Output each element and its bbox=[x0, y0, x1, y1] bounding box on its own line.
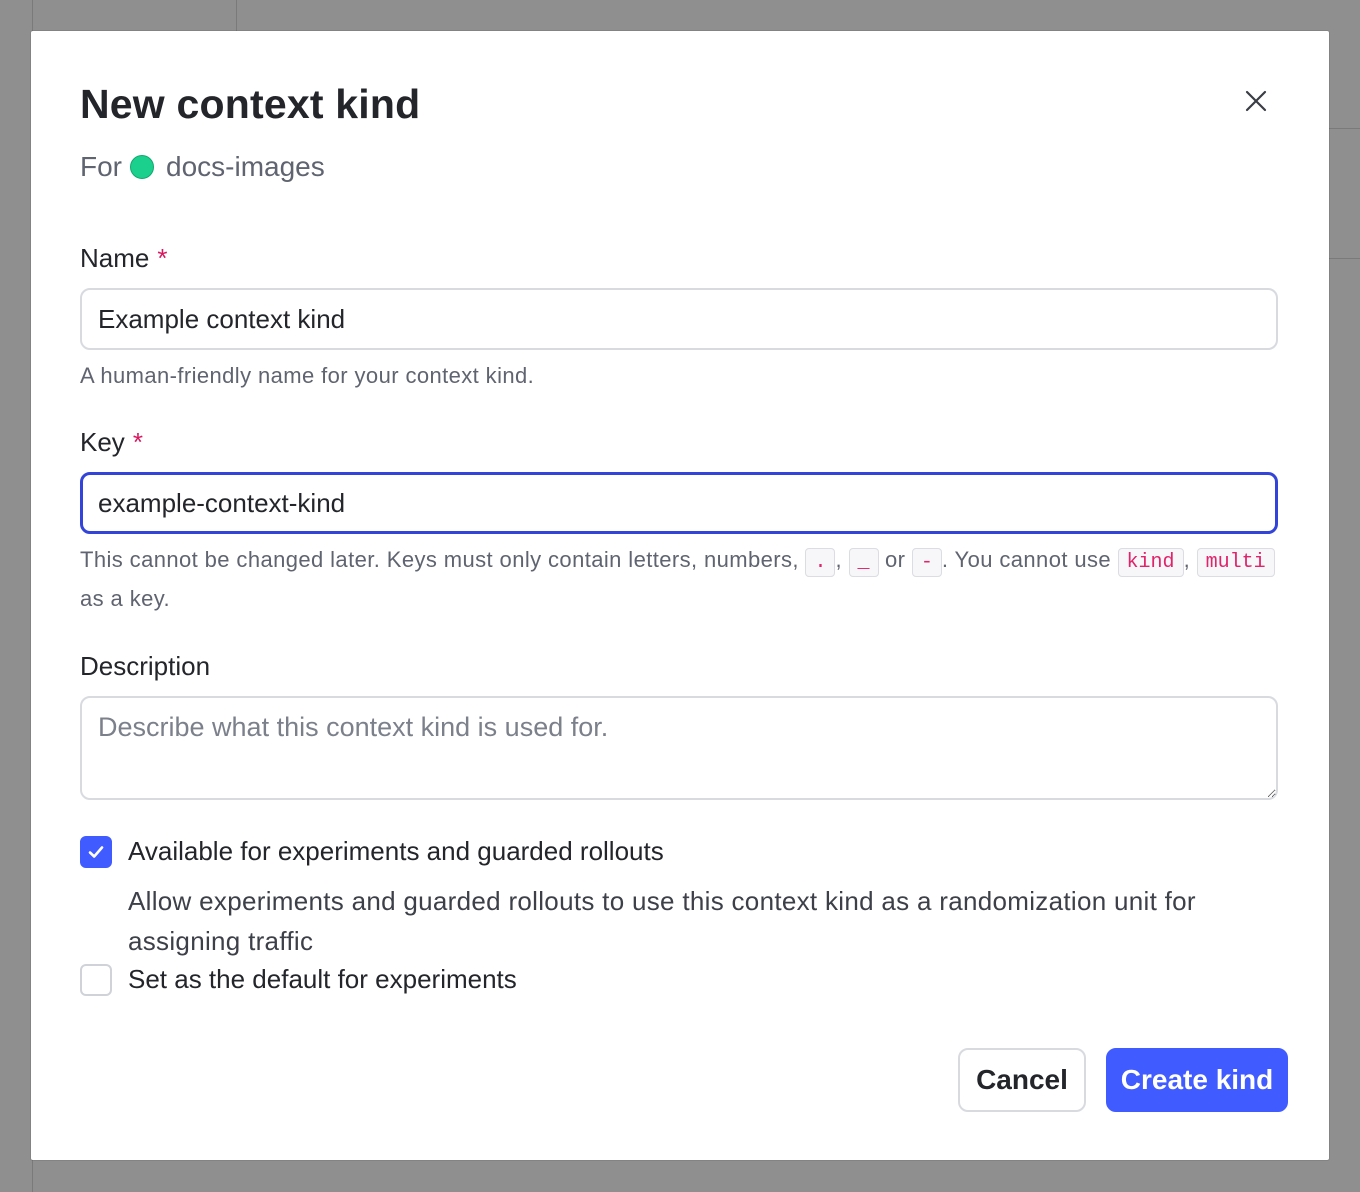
code-kind: kind bbox=[1117, 548, 1184, 577]
code-underscore: _ bbox=[848, 548, 879, 577]
key-hint-sep: or bbox=[878, 547, 912, 572]
dialog-title: New context kind bbox=[80, 81, 421, 127]
close-icon bbox=[1245, 90, 1267, 112]
experiments-description: Allow experiments and guarded rollouts t… bbox=[128, 886, 1196, 956]
create-kind-button[interactable]: Create kind bbox=[1106, 1048, 1288, 1112]
description-label: Description bbox=[80, 651, 211, 681]
key-hint-sep: , bbox=[835, 547, 849, 572]
project-name: docs-images bbox=[166, 151, 325, 182]
new-context-kind-dialog: New context kind For docs-images Name* A… bbox=[31, 31, 1329, 1160]
experiments-checkbox[interactable] bbox=[80, 836, 112, 868]
checkmark-icon bbox=[88, 846, 104, 858]
code-multi: multi bbox=[1196, 548, 1275, 577]
key-label-text: Key bbox=[80, 427, 125, 457]
name-label-text: Name bbox=[80, 243, 150, 273]
key-label: Key * bbox=[80, 427, 143, 458]
default-experiments-checkbox-label[interactable]: Set as the default for experiments bbox=[128, 964, 517, 995]
key-hint-sep: , bbox=[1183, 547, 1191, 572]
experiments-checkbox-label[interactable]: Available for experiments and guarded ro… bbox=[128, 836, 664, 867]
name-label: Name * bbox=[80, 243, 167, 274]
code-dot: . bbox=[805, 548, 836, 577]
key-hint-text: This cannot be changed later. Keys must … bbox=[80, 547, 806, 572]
key-hint: This cannot be changed later. Keys must … bbox=[80, 542, 1290, 617]
description-textarea[interactable] bbox=[80, 696, 1278, 800]
key-hint-text: as a key. bbox=[80, 586, 171, 611]
dialog-subtitle: For docs-images bbox=[80, 151, 325, 183]
close-button[interactable] bbox=[1236, 81, 1276, 121]
required-marker: * bbox=[132, 427, 143, 457]
key-input[interactable] bbox=[80, 472, 1278, 534]
required-marker: * bbox=[157, 243, 168, 273]
code-dash: - bbox=[911, 548, 942, 577]
key-hint-text: . You cannot use bbox=[941, 547, 1118, 572]
for-label: For bbox=[80, 151, 122, 182]
project-color-dot-icon bbox=[130, 155, 154, 179]
name-input[interactable] bbox=[80, 288, 1278, 350]
name-hint: A human-friendly name for your context k… bbox=[80, 363, 535, 388]
cancel-button[interactable]: Cancel bbox=[958, 1048, 1086, 1112]
default-experiments-checkbox[interactable] bbox=[80, 964, 112, 996]
